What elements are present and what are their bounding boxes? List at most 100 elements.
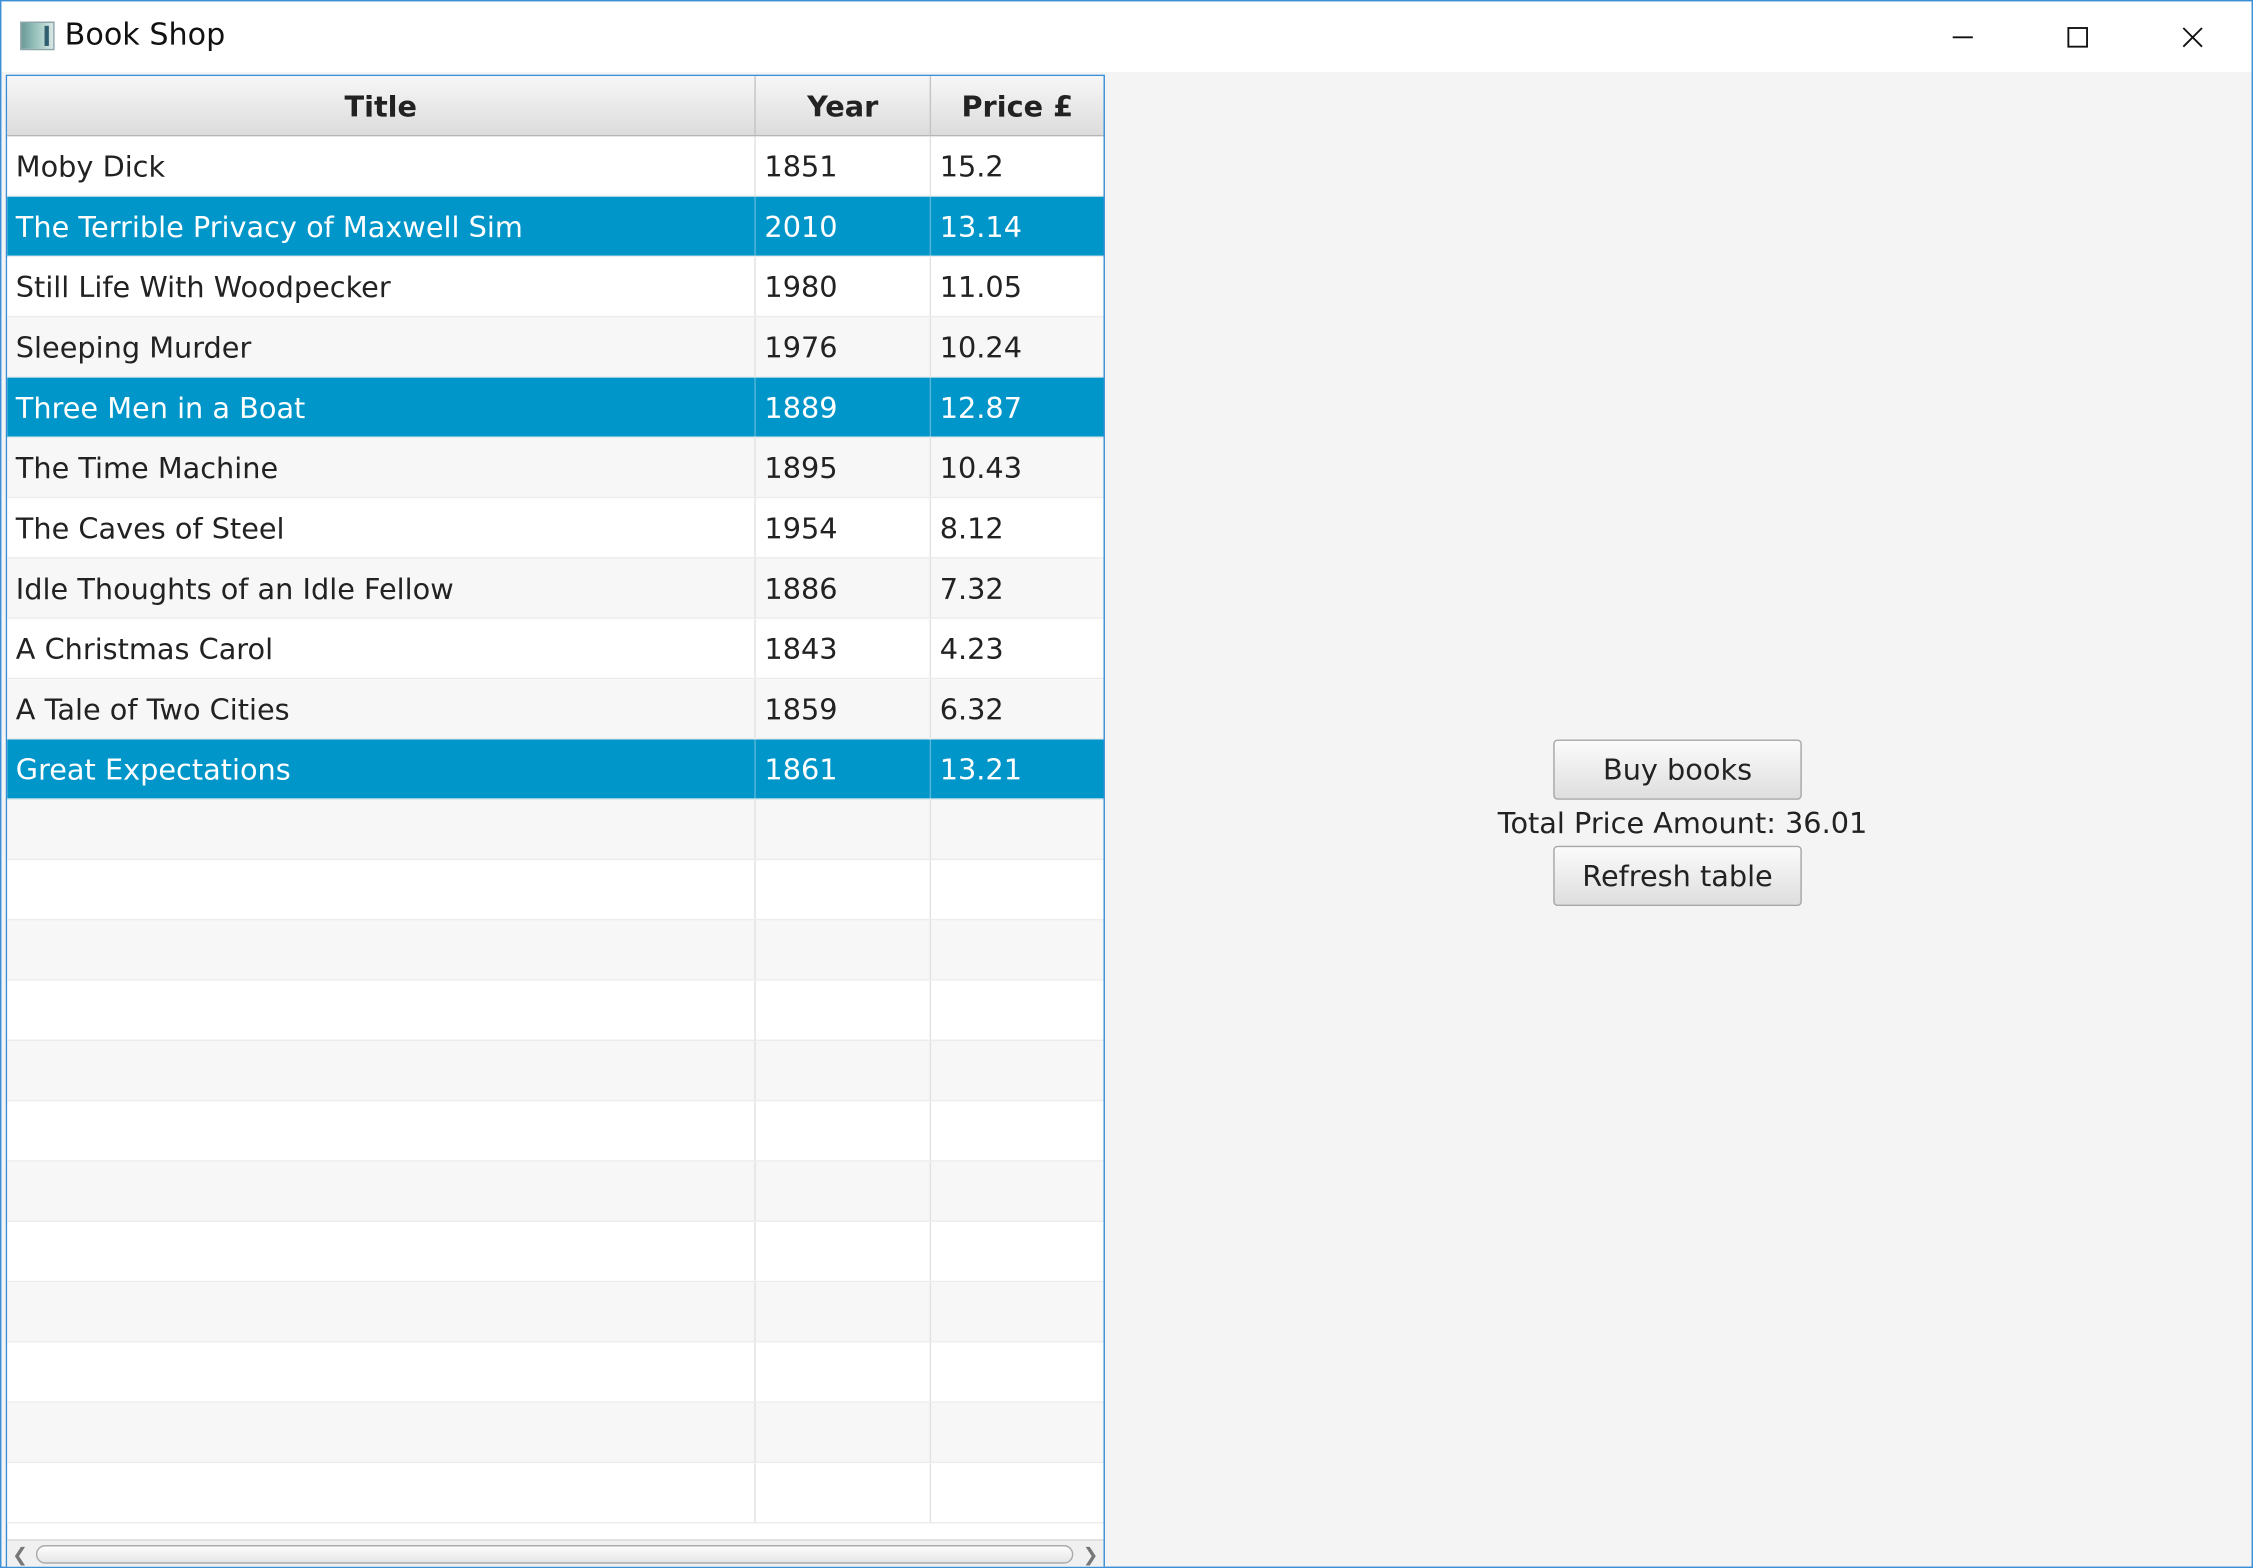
column-header-price[interactable]: Price £ [931, 76, 1103, 135]
cell-price [931, 1282, 1103, 1341]
cell-price [931, 1463, 1103, 1522]
cell-price [931, 1222, 1103, 1281]
cell-year: 1895 [756, 437, 932, 497]
table-row[interactable]: The Time Machine 1895 10.43 [7, 437, 1104, 499]
scrollbar-thumb[interactable] [35, 1545, 1074, 1564]
cell-year: 1954 [756, 498, 932, 558]
empty-table-row [7, 920, 1104, 981]
cell-year [756, 980, 932, 1040]
cell-year [756, 1463, 932, 1523]
cell-price [931, 1041, 1103, 1100]
maximize-icon [2067, 26, 2088, 47]
cell-title [7, 860, 756, 919]
cell-year [756, 1282, 932, 1342]
table-row[interactable]: Three Men in a Boat 1889 12.87 [7, 377, 1104, 438]
table-row[interactable]: A Tale of Two Cities 1859 6.32 [7, 679, 1104, 740]
buy-books-button[interactable]: Buy books [1553, 739, 1802, 800]
cell-price: 6.32 [939, 691, 1004, 726]
cell-year: 1889 [756, 377, 932, 437]
cell-year: 1843 [756, 618, 932, 678]
cell-price: 11.05 [939, 269, 1022, 304]
books-table[interactable]: Title Year Price £ Moby Dick 1851 15.2 The … [5, 74, 1105, 1567]
refresh-table-button[interactable]: Refresh table [1553, 845, 1802, 907]
cell-price: 13.21 [939, 751, 1022, 787]
cell-title [7, 799, 756, 859]
table-row[interactable]: A Christmas Carol 1843 4.23 [7, 618, 1104, 680]
cell-title [7, 1342, 756, 1402]
cell-year [756, 799, 932, 859]
cell-price: 7.32 [939, 570, 1004, 606]
cell-price [931, 920, 1103, 979]
cell-title: Moby Dick [7, 136, 756, 196]
cell-year: 1886 [756, 558, 932, 618]
cell-year: 1861 [756, 739, 932, 799]
minimize-icon [1952, 35, 1973, 38]
cell-price [931, 1343, 1103, 1402]
table-row[interactable]: Idle Thoughts of an Idle Fellow 1886 7.32 [7, 558, 1104, 619]
cell-year: 1976 [756, 317, 932, 377]
total-price-label: Total Price Amount: 36.01 [1497, 805, 1868, 841]
cell-year: 1980 [756, 257, 932, 316]
cell-title [7, 1463, 756, 1523]
column-header-title[interactable]: Title [7, 76, 756, 135]
cell-title: A Tale of Two Cities [7, 679, 756, 739]
window-title: Book Shop [64, 17, 226, 52]
cell-price [931, 1101, 1103, 1160]
table-row[interactable]: Still Life With Woodpecker 1980 11.05 [7, 257, 1104, 318]
cell-title [7, 1221, 756, 1281]
cell-year: 2010 [756, 196, 932, 256]
close-button[interactable] [2135, 1, 2250, 71]
close-icon [2182, 26, 2203, 47]
table-header: Title Year Price £ [7, 76, 1104, 137]
empty-table-row [7, 1402, 1104, 1464]
minimize-button[interactable] [1905, 1, 2020, 71]
cell-price [931, 800, 1103, 859]
cell-price: 10.24 [939, 329, 1022, 365]
cell-price: 12.87 [939, 389, 1022, 425]
cell-title [7, 1161, 756, 1221]
cell-year [756, 1342, 932, 1402]
cell-year: 1859 [756, 679, 932, 739]
title-bar: Book Shop [1, 1, 2252, 72]
empty-table-row [7, 1161, 1104, 1222]
maximize-button[interactable] [2020, 1, 2135, 71]
cell-price [931, 981, 1103, 1040]
empty-table-row [7, 1342, 1104, 1403]
cell-title [7, 1041, 756, 1100]
column-header-year[interactable]: Year [756, 76, 932, 135]
cell-price [931, 1162, 1103, 1221]
book-shop-window: Book Shop Title Year Price £ Moby Dick 1… [0, 0, 2253, 1568]
cell-price: 15.2 [939, 148, 1004, 184]
scroll-right-icon[interactable]: ❯ [1078, 1541, 1104, 1567]
cell-year [756, 860, 932, 919]
empty-table-row [7, 1101, 1104, 1162]
table-row[interactable]: Great Expectations 1861 13.21 [7, 739, 1104, 800]
cell-year [756, 920, 932, 980]
empty-table-row [7, 860, 1104, 921]
empty-table-row [7, 799, 1104, 861]
horizontal-scrollbar[interactable]: ❮ ❯ [7, 1539, 1104, 1567]
empty-table-row [7, 1282, 1104, 1343]
cell-price: 10.43 [939, 450, 1022, 485]
cell-price: 4.23 [939, 631, 1004, 666]
table-row[interactable]: The Caves of Steel 1954 8.12 [7, 498, 1104, 559]
cell-year [756, 1402, 932, 1462]
cell-price [931, 860, 1103, 919]
cell-title [7, 980, 756, 1040]
table-row[interactable]: Moby Dick 1851 15.2 [7, 136, 1104, 197]
table-row[interactable]: Sleeping Murder 1976 10.24 [7, 317, 1104, 378]
table-body: Moby Dick 1851 15.2 The Terrible Privacy of… [7, 136, 1104, 1524]
empty-table-row [7, 1463, 1104, 1524]
cell-title [7, 1402, 756, 1462]
cell-title: Three Men in a Boat [7, 377, 756, 437]
app-icon [20, 21, 55, 51]
empty-table-row [7, 1041, 1104, 1102]
table-row[interactable]: The Terrible Privacy of Maxwell Sim 2010 1… [7, 196, 1104, 258]
empty-table-row [7, 1221, 1104, 1283]
cell-year [756, 1221, 932, 1281]
cell-year [756, 1161, 932, 1221]
cell-year [756, 1041, 932, 1100]
scroll-left-icon[interactable]: ❮ [7, 1541, 33, 1567]
cell-title: Still Life With Woodpecker [7, 257, 756, 316]
cell-title: Idle Thoughts of an Idle Fellow [7, 558, 756, 618]
